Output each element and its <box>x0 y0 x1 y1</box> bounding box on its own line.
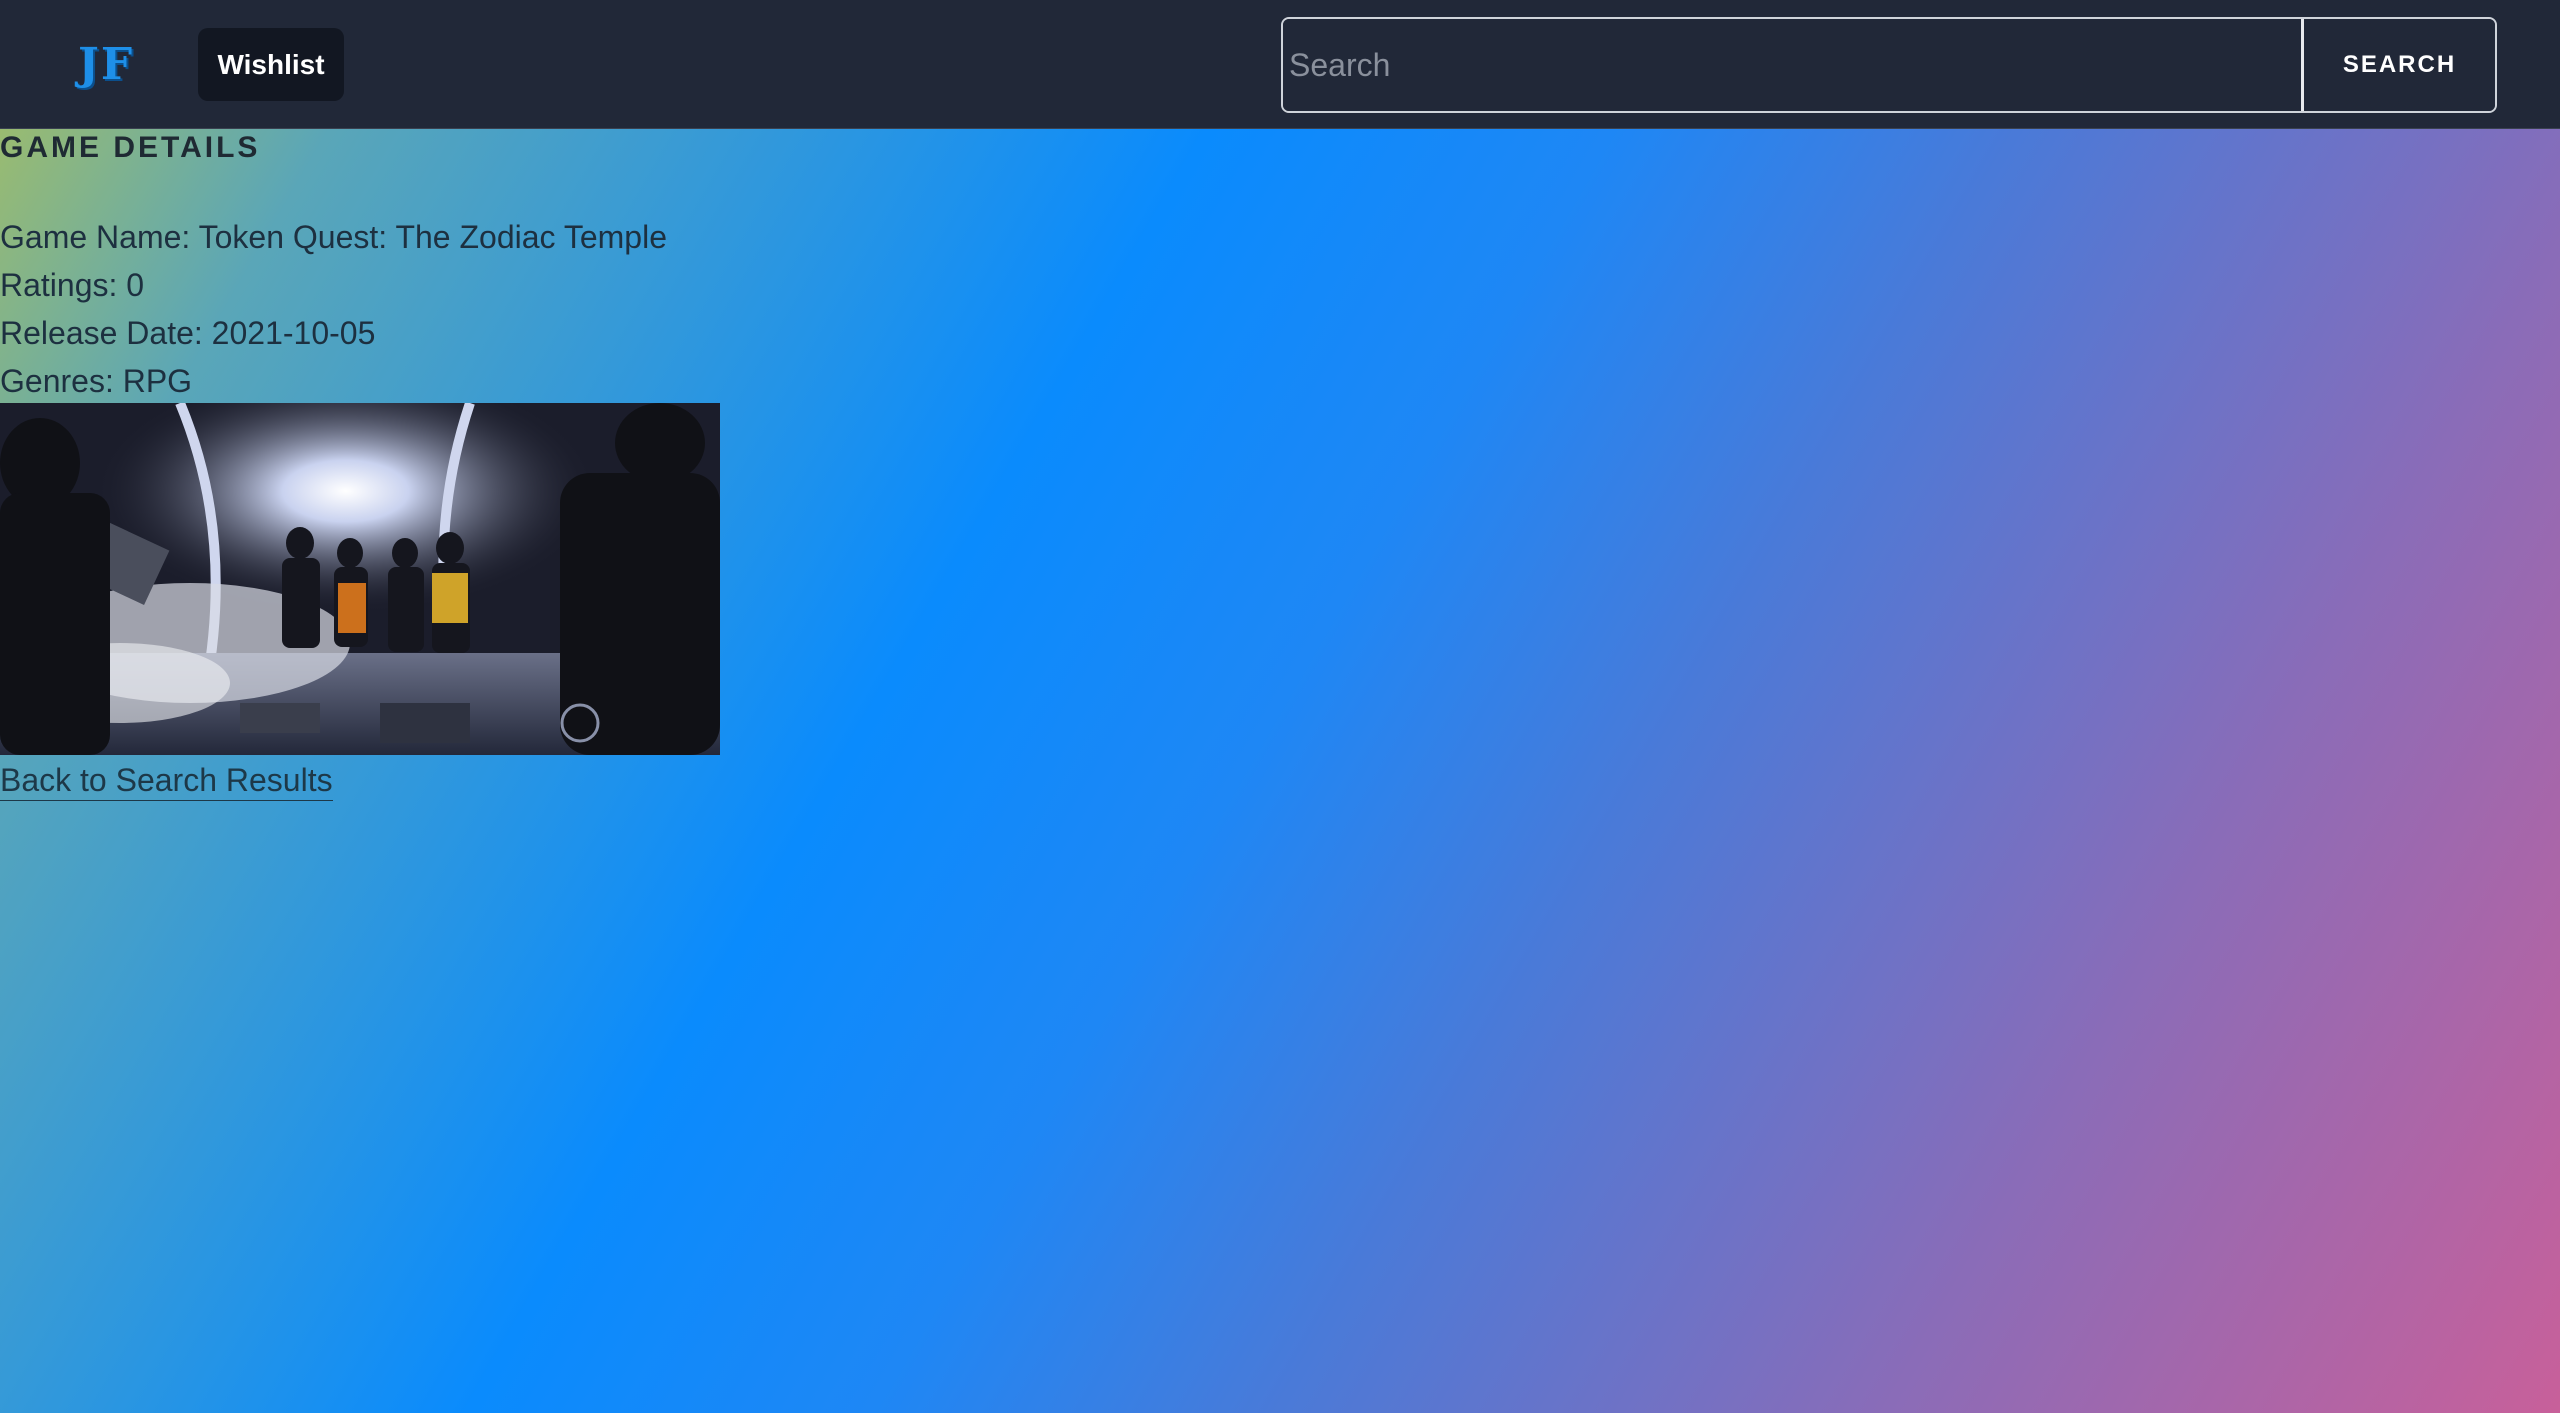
game-screenshot-graphic <box>0 403 720 755</box>
top-navbar: JF Wishlist SEARCH <box>0 0 2560 129</box>
search-button[interactable]: SEARCH <box>2301 19 2495 111</box>
wishlist-button[interactable]: Wishlist <box>198 28 344 101</box>
game-name: Game Name: Token Quest: The Zodiac Templ… <box>0 219 667 255</box>
back-to-search-results-link[interactable]: Back to Search Results <box>0 760 333 801</box>
game-release-date: Release Date: 2021-10-05 <box>0 315 376 351</box>
page-title: GAME DETAILS <box>0 131 261 164</box>
search-form: SEARCH <box>1281 17 2497 113</box>
game-screenshot-image <box>0 403 720 755</box>
game-ratings: Ratings: 0 <box>0 267 145 303</box>
game-genres: Genres: RPG <box>0 363 193 399</box>
search-input[interactable] <box>1283 19 2301 111</box>
site-logo[interactable]: JF <box>78 38 134 92</box>
